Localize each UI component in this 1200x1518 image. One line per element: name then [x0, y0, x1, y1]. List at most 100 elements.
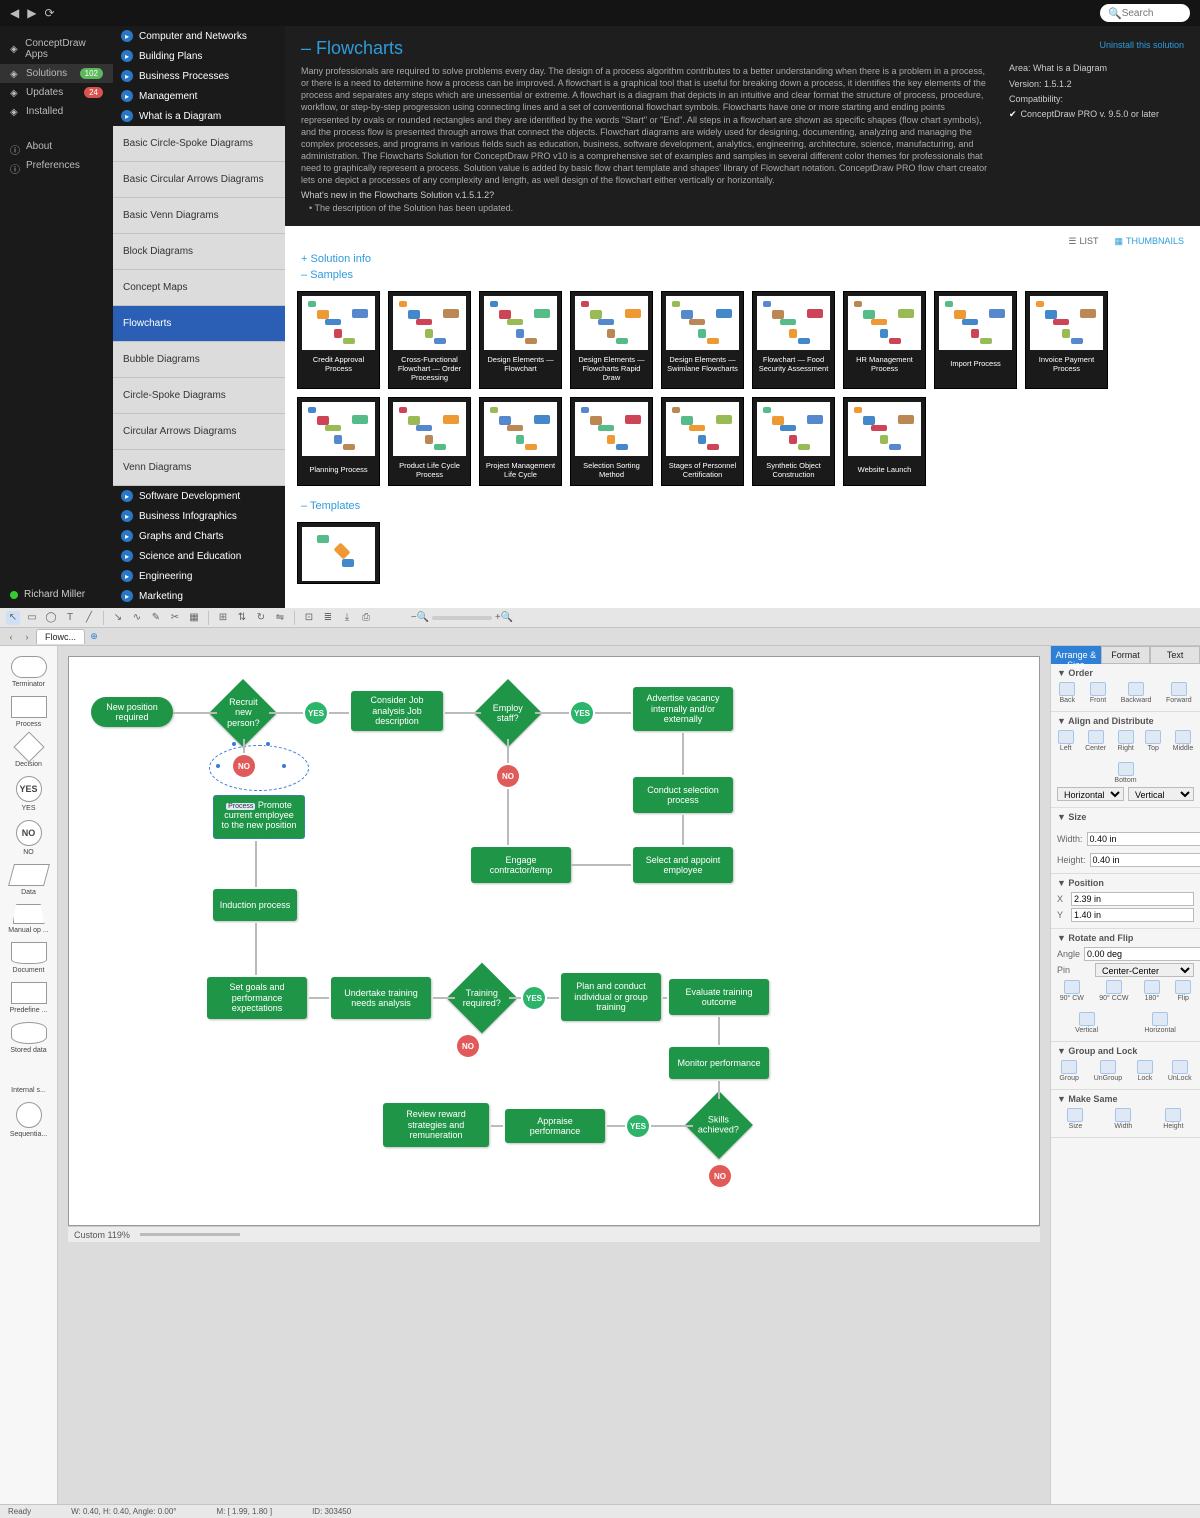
pencil-icon[interactable]: ✎ — [149, 611, 163, 625]
palette-shape[interactable]: Data — [0, 860, 57, 900]
sub-category[interactable]: Basic Venn Diagrams — [113, 198, 285, 234]
category-item[interactable]: ▸Science and Education — [113, 546, 285, 566]
vert-select[interactable]: Vertical — [1128, 787, 1194, 801]
back-arrow-icon[interactable]: ◀ — [10, 6, 19, 20]
add-tab-icon[interactable]: ⊕ — [87, 630, 101, 644]
node-training-decision[interactable]: Training required? — [447, 963, 518, 1034]
category-item[interactable]: ▸Business Infographics — [113, 506, 285, 526]
sample-thumb[interactable]: Synthetic Object Construction — [752, 397, 835, 486]
zoom-out-icon[interactable]: −🔍 — [413, 611, 427, 625]
curve-icon[interactable]: ∿ — [130, 611, 144, 625]
sub-category[interactable]: Circle-Spoke Diagrams — [113, 378, 285, 414]
panel-action[interactable]: Bottom — [1114, 762, 1136, 784]
sample-thumb[interactable]: Invoice Payment Process — [1025, 291, 1108, 389]
panel-action[interactable]: Size — [1067, 1108, 1083, 1130]
tab-prev-icon[interactable]: ‹ — [4, 630, 18, 644]
template-thumb[interactable] — [297, 522, 380, 584]
node-plan-training[interactable]: Plan and conduct individual or group tra… — [561, 973, 661, 1021]
category-item[interactable]: ▸Building Plans — [113, 46, 285, 66]
angle-input[interactable] — [1084, 947, 1200, 961]
node-appraise[interactable]: Appraise performance — [505, 1109, 605, 1143]
node-evaluate[interactable]: Evaluate training outcome — [669, 979, 769, 1015]
category-item[interactable]: ▸Engineering — [113, 566, 285, 586]
sec-group[interactable]: ▼ Group and Lock — [1057, 1046, 1194, 1056]
category-item[interactable]: ▸Computer and Networks — [113, 26, 285, 46]
panel-action[interactable]: Width — [1114, 1108, 1132, 1130]
palette-shape[interactable]: Predefine ... — [0, 978, 57, 1018]
height-input[interactable] — [1090, 853, 1200, 867]
tab-next-icon[interactable]: › — [20, 630, 34, 644]
sec-order[interactable]: ▼ Order — [1057, 668, 1194, 678]
palette-shape[interactable]: Manual op ... — [0, 900, 57, 938]
panel-action[interactable]: Lock — [1137, 1060, 1153, 1082]
zoom-in-icon[interactable]: +🔍 — [497, 611, 511, 625]
solution-info-toggle[interactable]: + Solution info — [301, 253, 371, 265]
sample-thumb[interactable]: Website Launch — [843, 397, 926, 486]
sample-thumb[interactable]: Project Management Life Cycle — [479, 397, 562, 486]
print-icon[interactable]: ⎙ — [359, 611, 373, 625]
export-icon[interactable]: ⤓ — [340, 611, 354, 625]
node-appoint[interactable]: Select and appoint employee — [633, 847, 733, 883]
zoom-slider-small[interactable] — [140, 1233, 240, 1236]
sample-thumb[interactable]: Design Elements — Swimlane Flowcharts — [661, 291, 744, 389]
uninstall-link[interactable]: Uninstall this solution — [1009, 38, 1184, 53]
panel-action[interactable]: Horizontal — [1144, 1012, 1176, 1034]
node-monitor[interactable]: Monitor performance — [669, 1047, 769, 1079]
category-item[interactable]: ▸Marketing — [113, 586, 285, 606]
nav-item[interactable]: ◈Solutions102 — [0, 64, 113, 83]
palette-shape[interactable]: Process — [0, 692, 57, 732]
pin-select[interactable]: Center-Center — [1095, 963, 1194, 977]
sample-thumb[interactable]: Selection Sorting Method — [570, 397, 653, 486]
tab-text[interactable]: Text — [1150, 646, 1200, 664]
panel-action[interactable]: UnLock — [1168, 1060, 1192, 1082]
thumbnails-view-button[interactable]: ▦THUMBNAILS — [1114, 236, 1184, 247]
palette-shape[interactable]: Document — [0, 938, 57, 978]
nav-pref[interactable]: ⓘAbout — [0, 137, 113, 156]
sub-category[interactable]: Basic Circle-Spoke Diagrams — [113, 126, 285, 162]
palette-shape[interactable]: Terminator — [0, 652, 57, 692]
sec-align[interactable]: ▼ Align and Distribute — [1057, 716, 1194, 726]
eraser-icon[interactable]: ✂ — [168, 611, 182, 625]
sub-category[interactable]: Flowcharts — [113, 306, 285, 342]
palette-shape[interactable]: Stored data — [0, 1018, 57, 1058]
nav-item[interactable]: ◈Installed — [0, 102, 113, 121]
sub-category[interactable]: Block Diagrams — [113, 234, 285, 270]
category-item[interactable]: ▸Graphs and Charts — [113, 526, 285, 546]
panel-action[interactable]: Front — [1090, 682, 1106, 704]
distribute-icon[interactable]: ⇅ — [235, 611, 249, 625]
panel-action[interactable]: Top — [1145, 730, 1161, 752]
nav-item[interactable]: ◈Updates24 — [0, 83, 113, 102]
panel-action[interactable]: Backward — [1121, 682, 1152, 704]
node-job-analysis[interactable]: Consider Job analysis Job description — [351, 691, 443, 731]
palette-shape[interactable]: NONO — [0, 816, 57, 860]
category-item[interactable]: ▸Software Development — [113, 486, 285, 506]
category-item[interactable]: ▸Management — [113, 86, 285, 106]
node-promote-selected[interactable]: Process Promote current employee to the … — [213, 795, 305, 839]
rotate-icon[interactable]: ↻ — [254, 611, 268, 625]
panel-action[interactable]: 180° — [1144, 980, 1160, 1002]
panel-action[interactable]: Back — [1059, 682, 1075, 704]
rect-tool-icon[interactable]: ▭ — [25, 611, 39, 625]
panel-action[interactable]: Left — [1058, 730, 1074, 752]
sec-rotate[interactable]: ▼ Rotate and Flip — [1057, 933, 1194, 943]
sample-thumb[interactable]: Credit Approval Process — [297, 291, 380, 389]
tab-arrange[interactable]: Arrange & Size — [1051, 646, 1101, 664]
canvas[interactable]: New position required Recruit new person… — [68, 656, 1040, 1226]
line-tool-icon[interactable]: ╱ — [82, 611, 96, 625]
user-row[interactable]: Richard Miller — [0, 581, 113, 608]
nav-pref[interactable]: ⓘPreferences — [0, 156, 113, 175]
node-engage[interactable]: Engage contractor/temp — [471, 847, 571, 883]
node-employ-decision[interactable]: Employ staff? — [474, 679, 542, 747]
bucket-icon[interactable]: ▦ — [187, 611, 201, 625]
sample-thumb[interactable]: Import Process — [934, 291, 1017, 389]
sample-thumb[interactable]: Planning Process — [297, 397, 380, 486]
panel-action[interactable]: Forward — [1166, 682, 1192, 704]
tab-format[interactable]: Format — [1101, 646, 1151, 664]
list-view-button[interactable]: ☰LIST — [1068, 236, 1098, 247]
search-box[interactable]: 🔍 — [1100, 4, 1190, 22]
sec-same[interactable]: ▼ Make Same — [1057, 1094, 1194, 1104]
panel-action[interactable]: 90° CW — [1060, 980, 1084, 1002]
sub-category[interactable]: Concept Maps — [113, 270, 285, 306]
ellipse-tool-icon[interactable]: ◯ — [44, 611, 58, 625]
sample-thumb[interactable]: HR Management Process — [843, 291, 926, 389]
